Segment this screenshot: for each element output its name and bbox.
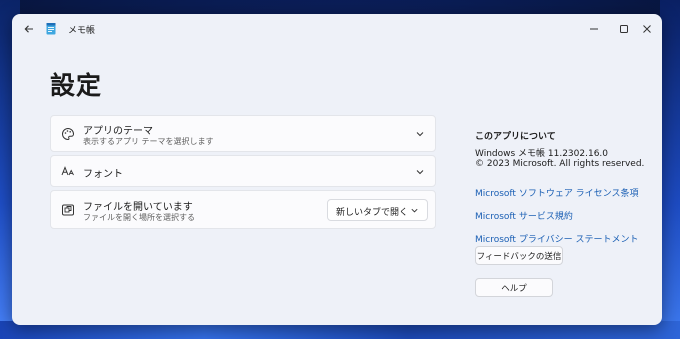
window-title: メモ帳 — [68, 26, 96, 36]
close-button[interactable] — [632, 14, 662, 44]
close-icon — [643, 25, 651, 33]
file-open-label: ファイルを開いています — [83, 202, 193, 213]
file-open-selected-value: 新しいタブで開く — [336, 208, 409, 218]
help-button[interactable]: ヘルプ — [475, 278, 553, 297]
font-icon — [61, 166, 74, 176]
file-open-setting-card: ファイルを開いています ファイルを開く場所を選択する 新しいタブで開く — [50, 190, 436, 229]
settings-window: メモ帳 設定 アプリのテーマ 表示するアプリ テーマを選択します フォント ファ… — [12, 14, 662, 325]
file-open-description: ファイルを開く場所を選択する — [83, 213, 195, 222]
copyright: © 2023 Microsoft. All rights reserved. — [475, 159, 645, 169]
feedback-button[interactable]: フィードバックの送信 — [475, 246, 563, 265]
arrow-left-icon — [24, 25, 33, 33]
open-file-icon — [62, 204, 74, 216]
wallpaper-right — [660, 0, 680, 339]
title-bar: メモ帳 — [12, 14, 662, 44]
privacy-link[interactable]: Microsoft プライバシー ステートメント — [475, 232, 639, 245]
theme-label: アプリのテーマ — [83, 126, 153, 137]
chevron-down-icon — [416, 132, 424, 137]
app-version: Windows メモ帳 11.2302.16.0 — [475, 149, 609, 159]
theme-setting-card[interactable]: アプリのテーマ 表示するアプリ テーマを選択します — [50, 115, 436, 152]
chevron-down-icon — [416, 170, 424, 175]
font-label: フォント — [83, 169, 123, 180]
file-open-dropdown[interactable]: 新しいタブで開く — [327, 199, 428, 221]
minimize-icon — [590, 28, 598, 30]
terms-link[interactable]: Microsoft サービス規約 — [475, 209, 573, 222]
palette-icon — [62, 127, 75, 141]
back-button[interactable] — [20, 20, 38, 38]
license-link[interactable]: Microsoft ソフトウェア ライセンス条項 — [475, 186, 639, 199]
font-setting-card[interactable]: フォント — [50, 155, 436, 187]
theme-description: 表示するアプリ テーマを選択します — [83, 137, 214, 146]
page-title: 設定 — [50, 71, 103, 100]
maximize-icon — [620, 25, 628, 33]
notepad-icon — [46, 23, 56, 35]
chevron-down-icon — [411, 208, 418, 213]
about-title: このアプリについて — [475, 132, 556, 142]
